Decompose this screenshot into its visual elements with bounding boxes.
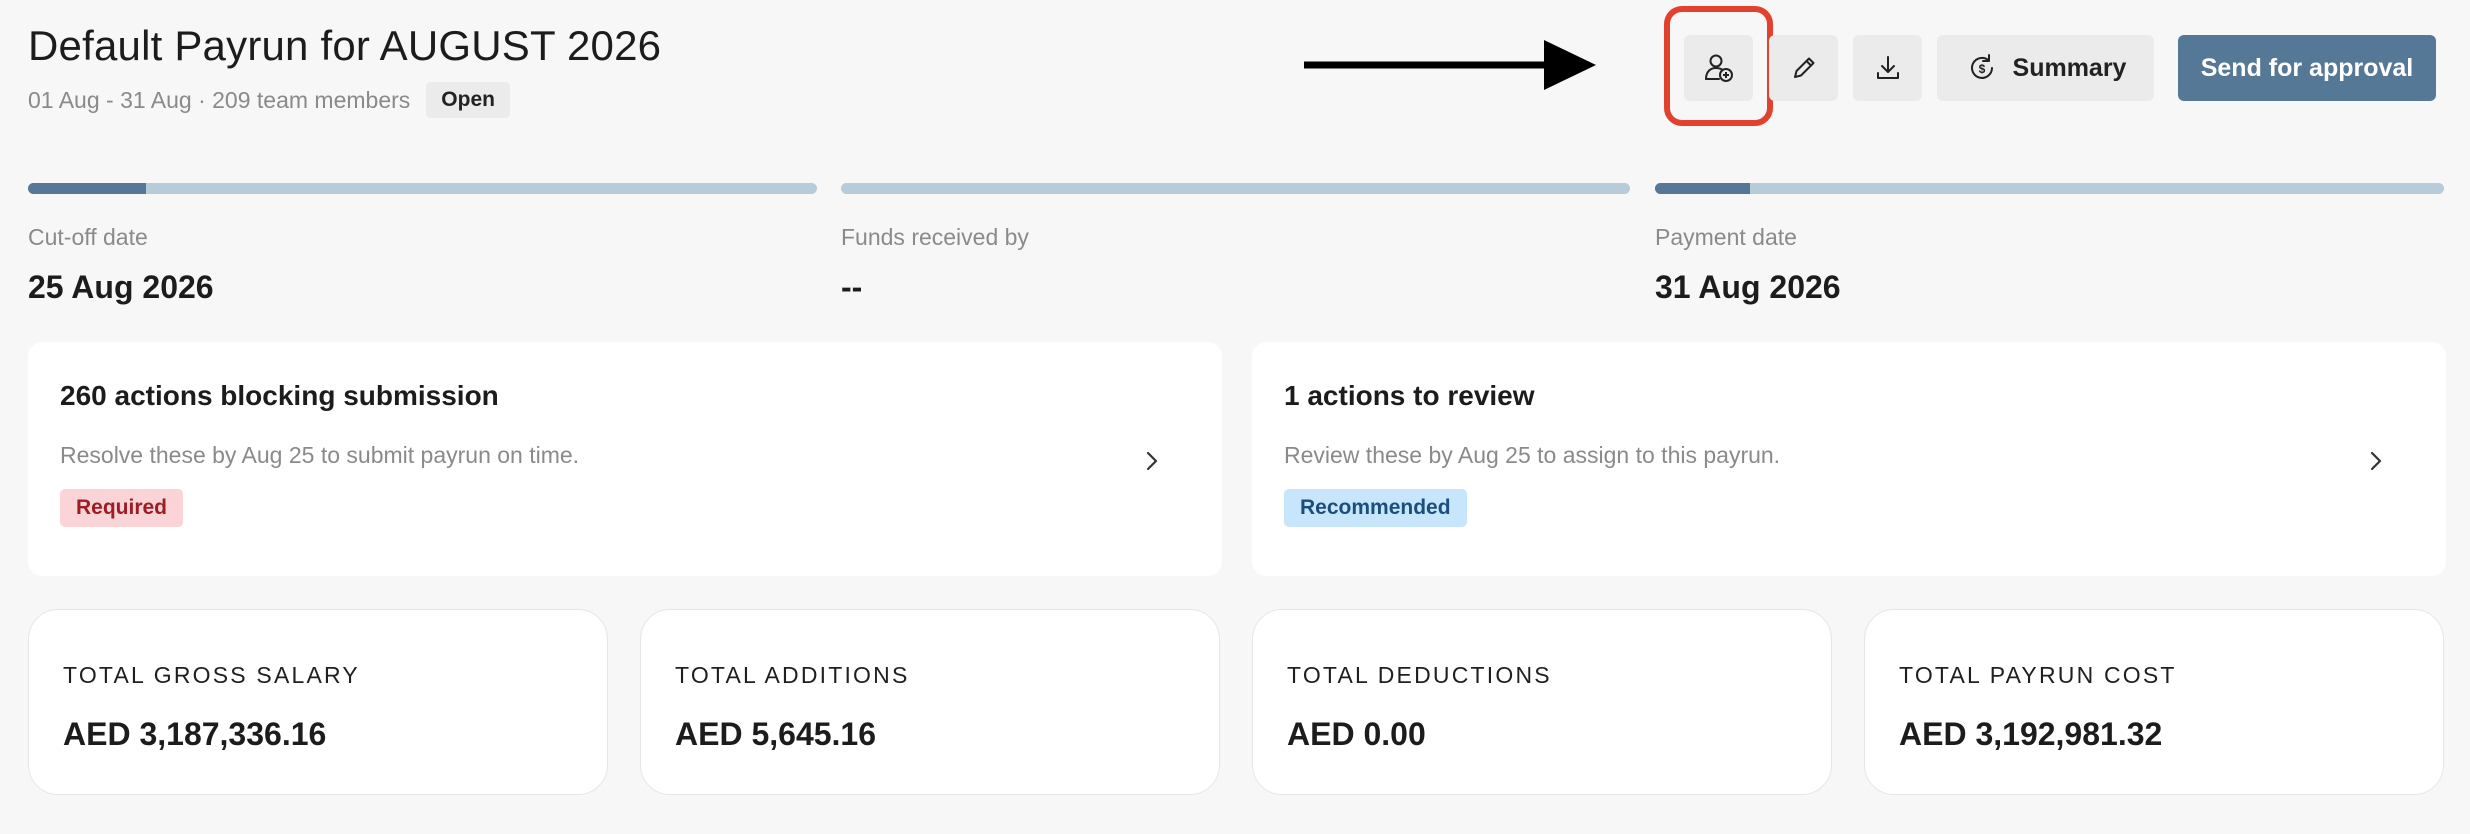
progress-bar <box>1655 183 2444 194</box>
download-button[interactable] <box>1853 35 1922 101</box>
summary-label: Summary <box>2012 53 2127 82</box>
edit-button[interactable] <box>1769 35 1838 101</box>
add-team-member-button[interactable] <box>1684 35 1753 101</box>
milestone-label: Funds received by <box>841 224 1029 250</box>
action-title: 1 actions to review <box>1284 380 1535 411</box>
action-title: 260 actions blocking submission <box>60 380 499 411</box>
status-badge: Open <box>426 82 510 118</box>
milestone-label: Cut-off date <box>28 224 148 250</box>
blocking-actions-card[interactable]: 260 actions blocking submission Resolve … <box>28 342 1222 576</box>
milestone-label: Payment date <box>1655 224 1797 250</box>
total-deductions-card: TOTAL DEDUCTIONS AED 0.00 <box>1252 609 1832 795</box>
recommended-badge: Recommended <box>1284 489 1467 527</box>
payrun-meta: 01 Aug - 31 Aug · 209 team members Open <box>28 82 510 118</box>
milestone-cutoff: Cut-off date 25 Aug 2026 <box>28 183 817 306</box>
currency-refresh-icon: $ <box>1970 54 1993 79</box>
total-value: AED 3,192,981.32 <box>1899 716 2163 752</box>
summary-button[interactable]: $ Summary <box>1937 35 2154 101</box>
chevron-right-icon[interactable] <box>1142 446 1164 476</box>
user-plus-icon <box>1704 54 1733 82</box>
total-label: TOTAL GROSS SALARY <box>63 662 360 688</box>
milestone-funds: Funds received by -- <box>841 183 1630 306</box>
total-value: AED 3,187,336.16 <box>63 716 327 752</box>
milestone-value: -- <box>841 269 863 305</box>
total-additions-card: TOTAL ADDITIONS AED 5,645.16 <box>640 609 1220 795</box>
payrun-period: 01 Aug - 31 Aug · 209 team members <box>28 86 411 113</box>
total-label: TOTAL ADDITIONS <box>675 662 910 688</box>
progress-bar <box>841 183 1630 194</box>
page-title: Default Payrun for AUGUST 2026 <box>28 22 662 69</box>
total-gross-salary-card: TOTAL GROSS SALARY AED 3,187,336.16 <box>28 609 608 795</box>
send-for-approval-button[interactable]: Send for approval <box>2178 35 2436 101</box>
total-label: TOTAL DEDUCTIONS <box>1287 662 1552 688</box>
required-badge: Required <box>60 489 184 527</box>
total-label: TOTAL PAYRUN COST <box>1899 662 2177 688</box>
review-actions-card[interactable]: 1 actions to review Review these by Aug … <box>1252 342 2446 576</box>
milestone-value: 25 Aug 2026 <box>28 269 214 305</box>
svg-text:$: $ <box>1978 62 1985 76</box>
progress-fill <box>28 183 147 194</box>
action-description: Resolve these by Aug 25 to submit payrun… <box>60 442 580 468</box>
total-value: AED 5,645.16 <box>675 716 877 752</box>
progress-fill <box>1655 183 1750 194</box>
milestone-value: 31 Aug 2026 <box>1655 269 1841 305</box>
milestone-payment: Payment date 31 Aug 2026 <box>1655 183 2444 306</box>
action-description: Review these by Aug 25 to assign to this… <box>1284 442 1781 468</box>
pencil-icon <box>1793 57 1814 78</box>
total-payrun-cost-card: TOTAL PAYRUN COST AED 3,192,981.32 <box>1864 609 2444 795</box>
download-icon <box>1876 56 1899 79</box>
chevron-right-icon[interactable] <box>2366 446 2388 476</box>
progress-bar <box>28 183 817 194</box>
annotation-arrow-icon <box>1304 40 1596 90</box>
total-value: AED 0.00 <box>1287 716 1426 752</box>
